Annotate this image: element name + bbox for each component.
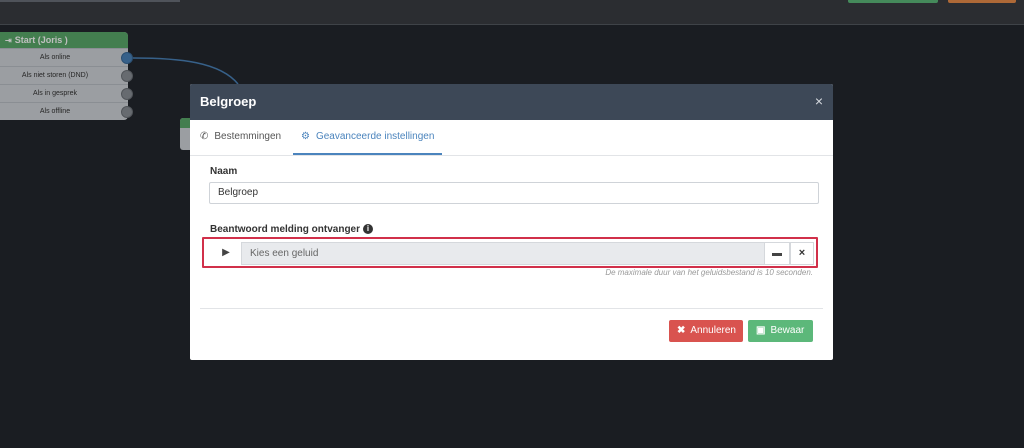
times-icon: ✖ bbox=[677, 325, 686, 336]
cancel-button[interactable]: ✖ Annuleren bbox=[669, 320, 743, 342]
cancel-button-label: Annuleren bbox=[690, 325, 736, 336]
duration-hint: De maximale duur van het geluidsbestand … bbox=[605, 268, 813, 277]
phone-icon: ✆ bbox=[200, 131, 209, 142]
sound-select-input[interactable]: Kies een geluid bbox=[241, 242, 769, 265]
play-icon[interactable]: ▶ bbox=[212, 243, 240, 262]
tab-label: Geavanceerde instellingen bbox=[315, 131, 435, 142]
folder-open-icon[interactable]: ▬ bbox=[764, 242, 790, 265]
modal-header: Belgroep × bbox=[190, 84, 833, 120]
belgroep-modal: Belgroep × ✆ Bestemmingen ⚙ Geavanceerde i… bbox=[190, 84, 833, 360]
tab-geavanceerde-instellingen[interactable]: ⚙ Geavanceerde instellingen bbox=[293, 120, 443, 155]
footer-divider bbox=[200, 308, 823, 309]
answer-label: Beantwoord melding ontvanger bbox=[210, 224, 361, 235]
gear-icon: ⚙ bbox=[301, 131, 310, 142]
sound-picker-highlight: ▶ Kies een geluid ▬ × bbox=[202, 237, 818, 268]
tab-bestemmingen[interactable]: ✆ Bestemmingen bbox=[192, 120, 289, 154]
save-button[interactable]: ▣ Bewaar bbox=[748, 320, 813, 342]
tab-label: Bestemmingen bbox=[214, 131, 282, 142]
name-input[interactable]: Belgroep bbox=[209, 182, 819, 204]
modal-tabs: ✆ Bestemmingen ⚙ Geavanceerde instellingen bbox=[190, 120, 833, 156]
answer-label-row: Beantwoord melding ontvanger i bbox=[210, 224, 374, 235]
info-icon[interactable]: i bbox=[363, 224, 374, 235]
close-icon[interactable]: × bbox=[815, 93, 823, 109]
save-button-label: Bewaar bbox=[770, 325, 805, 336]
clear-icon[interactable]: × bbox=[790, 242, 814, 265]
modal-title: Belgroep bbox=[200, 94, 257, 109]
floppy-icon: ▣ bbox=[756, 325, 766, 336]
name-label: Naam bbox=[210, 166, 238, 177]
